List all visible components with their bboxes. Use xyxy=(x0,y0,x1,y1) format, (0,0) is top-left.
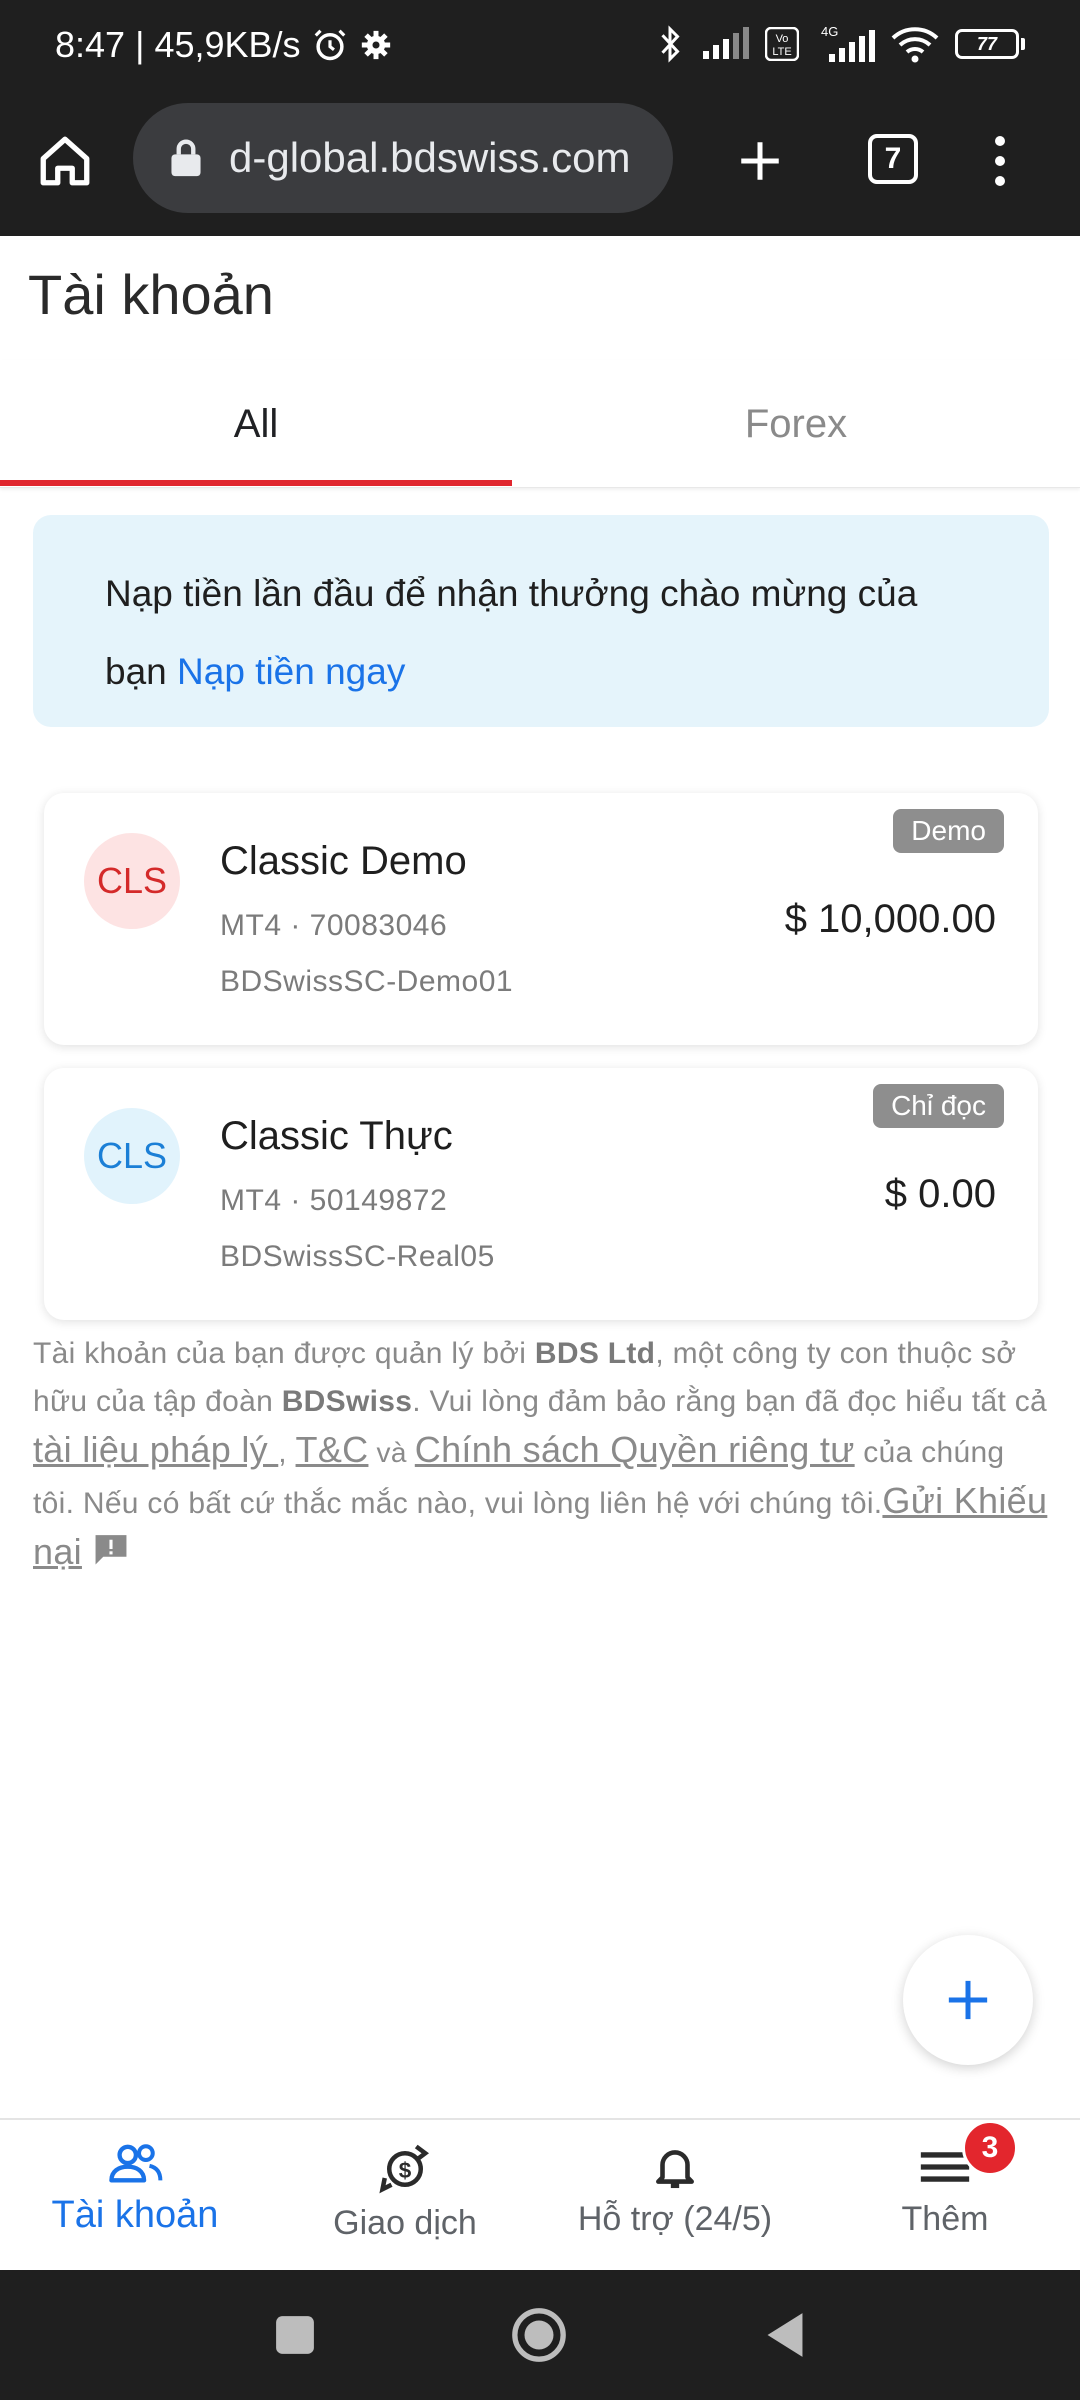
people-icon xyxy=(109,2144,163,2183)
company-name: BDS Ltd xyxy=(534,1337,656,1370)
nav-more[interactable]: Thêm 3 xyxy=(810,2120,1080,2272)
footer-text: Tài khoản của bạn được quản lý bởi xyxy=(33,1337,535,1370)
account-tabs: All Forex xyxy=(0,360,1080,488)
account-platform-number: MT4 · 70083046 xyxy=(220,909,448,942)
tab-switcher-button[interactable]: 7 xyxy=(868,134,918,184)
account-card-demo[interactable]: CLS Classic Demo MT4 · 70083046 BDSwissS… xyxy=(44,793,1038,1045)
recents-button[interactable] xyxy=(265,2305,325,2365)
square-icon xyxy=(276,2316,314,2354)
nav-label: Hỗ trợ (24/5) xyxy=(577,2200,773,2238)
address-bar[interactable]: d-global.bdswiss.com xyxy=(133,103,673,213)
deposit-now-link[interactable]: Nạp tiền ngay xyxy=(177,651,405,692)
privacy-policy-link[interactable]: Chính sách Quyền riêng tư xyxy=(415,1429,855,1470)
back-triangle-icon xyxy=(767,2313,803,2357)
account-card-real[interactable]: CLS Classic Thực MT4 · 50149872 BDSwissS… xyxy=(44,1068,1038,1320)
plus-icon xyxy=(741,142,779,180)
battery-tip xyxy=(1021,38,1025,50)
account-readonly-badge: Chỉ đọc xyxy=(873,1084,1004,1128)
alarm-icon xyxy=(311,26,349,64)
menu-dot xyxy=(995,156,1005,166)
tab-all[interactable]: All xyxy=(0,360,512,488)
terms-link[interactable]: T&C xyxy=(296,1429,369,1470)
home-icon xyxy=(40,136,90,186)
nav-label: Tài khoản xyxy=(51,2194,219,2236)
battery-level: 77 xyxy=(955,29,1019,59)
home-system-button[interactable] xyxy=(509,2305,569,2365)
legal-footer-note: Tài khoản của bạn được quản lý bởi BDS L… xyxy=(33,1330,1053,1581)
plus-icon xyxy=(948,1980,988,2020)
status-speed: 45,9KB/s xyxy=(154,24,301,65)
account-avatar: CLS xyxy=(84,833,180,929)
new-tab-button[interactable] xyxy=(725,126,795,196)
account-server: BDSwissSC-Demo01 xyxy=(220,965,514,998)
notification-badge: 3 xyxy=(962,2120,1018,2176)
system-navigation-bar xyxy=(0,2270,1080,2400)
lock-icon xyxy=(171,139,201,177)
nav-label: Giao dịch xyxy=(333,2204,477,2242)
nav-accounts[interactable]: Tài khoản xyxy=(0,2120,270,2272)
volte-icon: Vo LTE xyxy=(765,27,799,61)
bell-icon xyxy=(656,2150,694,2189)
signal-4g-icon: 4G xyxy=(815,24,875,64)
nav-label: Thêm xyxy=(901,2200,989,2238)
bottom-navigation: Tài khoản $ Giao dịch Hỗ trợ (24/5) Thêm… xyxy=(0,2118,1080,2270)
deposit-promo-banner: Nạp tiền lần đầu để nhận thưởng chào mừn… xyxy=(33,515,1049,727)
bluetooth-icon xyxy=(655,24,685,64)
status-right: Vo LTE 4G 77 xyxy=(655,24,1025,64)
svg-text:$: $ xyxy=(399,2158,412,2183)
svg-text:Vo: Vo xyxy=(776,33,789,45)
feedback-icon[interactable] xyxy=(92,1532,130,1581)
account-platform-number: MT4 · 50149872 xyxy=(220,1184,448,1217)
account-type-badge: Demo xyxy=(893,809,1004,853)
status-time: 8:47 xyxy=(55,24,126,65)
menu-dot xyxy=(995,176,1005,186)
account-name: Classic Thực xyxy=(220,1114,453,1158)
browser-toolbar: d-global.bdswiss.com 7 xyxy=(0,96,1080,236)
battery-indicator: 77 xyxy=(955,29,1025,59)
browser-menu-button[interactable] xyxy=(985,126,1015,196)
signal-1-icon xyxy=(701,27,749,61)
menu-dot xyxy=(995,136,1005,146)
tab-forex[interactable]: Forex xyxy=(540,360,1052,488)
back-button[interactable] xyxy=(755,2305,815,2365)
footer-text: . Vui lòng đảm bảo rằng bạn đã đọc hiểu … xyxy=(412,1385,1047,1418)
account-avatar: CLS xyxy=(84,1108,180,1204)
settings-gear-icon xyxy=(359,28,393,62)
status-separator: | xyxy=(135,24,145,65)
page-title: Tài khoản xyxy=(28,263,274,326)
nav-support[interactable]: Hỗ trợ (24/5) xyxy=(540,2120,810,2272)
legal-documents-link[interactable]: tài liệu pháp lý xyxy=(33,1429,278,1470)
svg-text:LTE: LTE xyxy=(772,46,791,58)
footer-comma: , xyxy=(278,1436,296,1469)
wifi-icon xyxy=(891,24,939,64)
active-tab-indicator xyxy=(0,480,512,486)
account-server: BDSwissSC-Real05 xyxy=(220,1240,495,1273)
footer-and: và xyxy=(368,1437,415,1468)
circle-home-icon xyxy=(512,2308,566,2362)
add-account-button[interactable] xyxy=(903,1935,1033,2065)
currency-exchange-icon: $ xyxy=(379,2144,429,2194)
url-text: d-global.bdswiss.com xyxy=(229,134,631,181)
account-balance: $ 0.00 xyxy=(884,1172,996,1216)
account-balance: $ 10,000.00 xyxy=(784,897,996,941)
status-left: 8:47 | 45,9KB/s xyxy=(55,24,393,66)
account-name: Classic Demo xyxy=(220,839,467,883)
group-name: BDSwiss xyxy=(281,1385,413,1418)
home-button[interactable] xyxy=(30,126,100,196)
nav-trading[interactable]: $ Giao dịch xyxy=(270,2120,540,2272)
svg-text:4G: 4G xyxy=(821,24,838,39)
status-bar: 8:47 | 45,9KB/s Vo LTE 4G 77 xyxy=(0,0,1080,96)
